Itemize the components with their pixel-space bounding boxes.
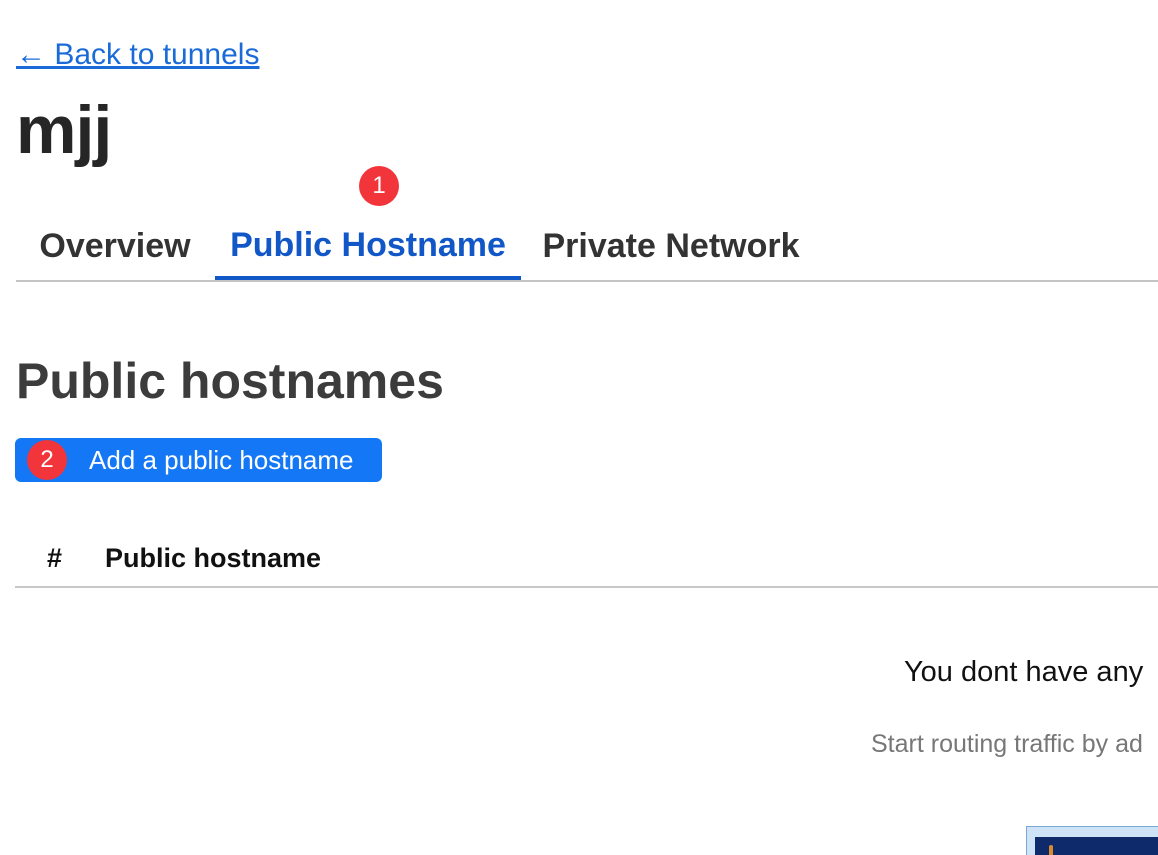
step-marker-2: 2: [27, 440, 67, 480]
step-marker-1: 1: [359, 166, 399, 206]
tab-public-hostname[interactable]: Public Hostname: [215, 214, 521, 280]
tab-bar: Overview Public Hostname Private Network: [16, 214, 1158, 282]
tunnel-name-title: mjj: [16, 92, 112, 168]
tab-private-network[interactable]: Private Network: [521, 214, 821, 278]
tunnel-detail-page: ← Back to tunnels mjj 1 Overview Public …: [0, 0, 1158, 855]
back-to-tunnels-link[interactable]: ← Back to tunnels: [16, 38, 259, 72]
add-public-hostname-button[interactable]: Add a public hostname: [15, 438, 382, 482]
public-hostnames-heading: Public hostnames: [16, 353, 444, 409]
column-header-public-hostname: Public hostname: [105, 543, 322, 573]
add-public-hostname-label: Add a public hostname: [89, 445, 354, 475]
empty-state-subtitle: Start routing traffic by ad: [871, 730, 1143, 758]
empty-state-title: You dont have any: [904, 656, 1144, 688]
tab-overview[interactable]: Overview: [16, 214, 214, 278]
hostnames-table-header: # Public hostname: [15, 530, 1158, 588]
thumbnail-preview-icon: [1035, 837, 1158, 855]
column-header-index: #: [47, 543, 63, 573]
corner-window-thumbnail: [1026, 826, 1158, 855]
